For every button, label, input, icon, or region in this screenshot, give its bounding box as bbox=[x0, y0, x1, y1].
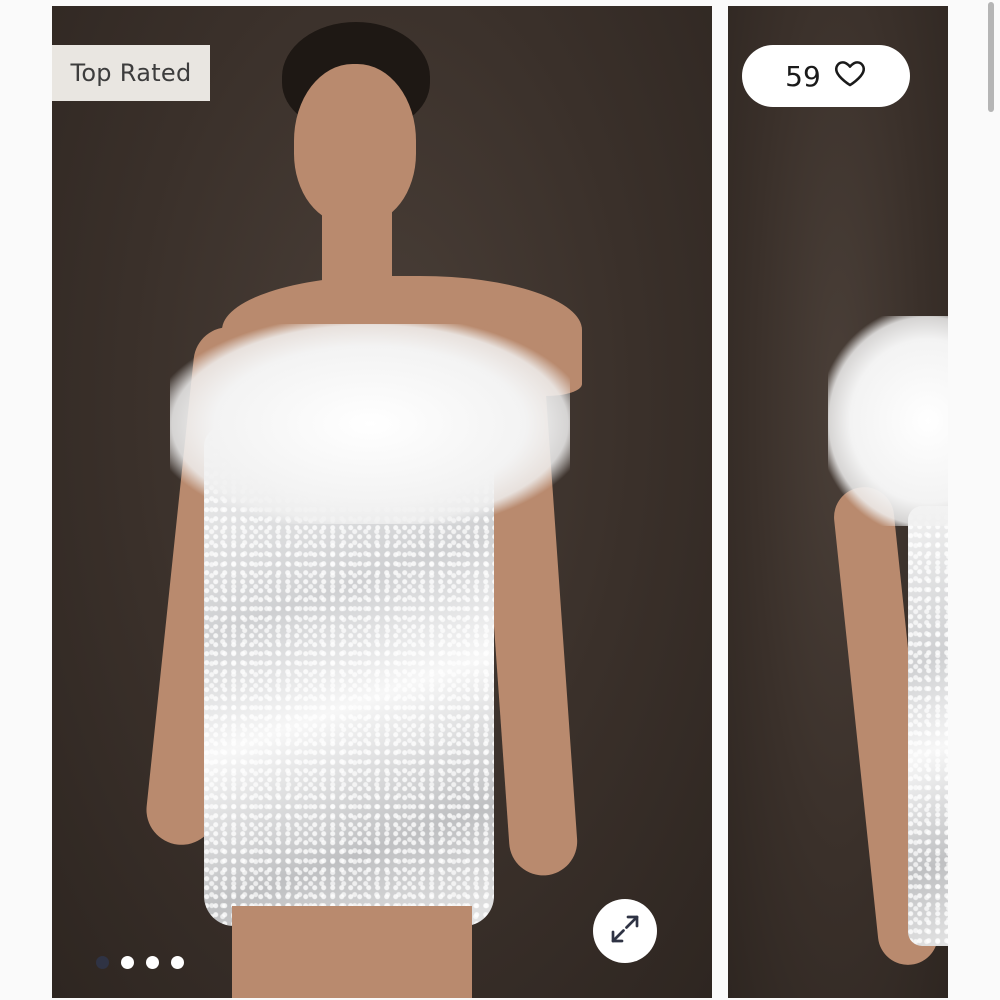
feather-trim bbox=[170, 324, 570, 524]
expand-image-button[interactable] bbox=[593, 899, 657, 963]
carousel-dot-2[interactable] bbox=[121, 956, 134, 969]
carousel-pagination bbox=[96, 956, 184, 969]
product-image-main[interactable] bbox=[52, 6, 712, 998]
carousel-dot-4[interactable] bbox=[171, 956, 184, 969]
carousel-dot-1[interactable] bbox=[96, 956, 109, 969]
model-face bbox=[294, 64, 416, 224]
product-image-next[interactable] bbox=[728, 6, 948, 998]
like-count: 59 bbox=[785, 59, 821, 93]
top-rated-label: Top Rated bbox=[70, 59, 192, 87]
heart-icon bbox=[833, 56, 867, 97]
favorite-button[interactable]: 59 bbox=[742, 45, 910, 107]
model-legs bbox=[232, 906, 472, 998]
expand-icon bbox=[607, 911, 643, 951]
carousel-dot-3[interactable] bbox=[146, 956, 159, 969]
top-rated-badge: Top Rated bbox=[52, 45, 210, 101]
sequin-dress-peek bbox=[908, 506, 948, 946]
feather-trim-peek bbox=[828, 316, 948, 526]
product-gallery: Top Rated 59 bbox=[0, 0, 1000, 1000]
page-scrollbar[interactable] bbox=[988, 2, 994, 112]
